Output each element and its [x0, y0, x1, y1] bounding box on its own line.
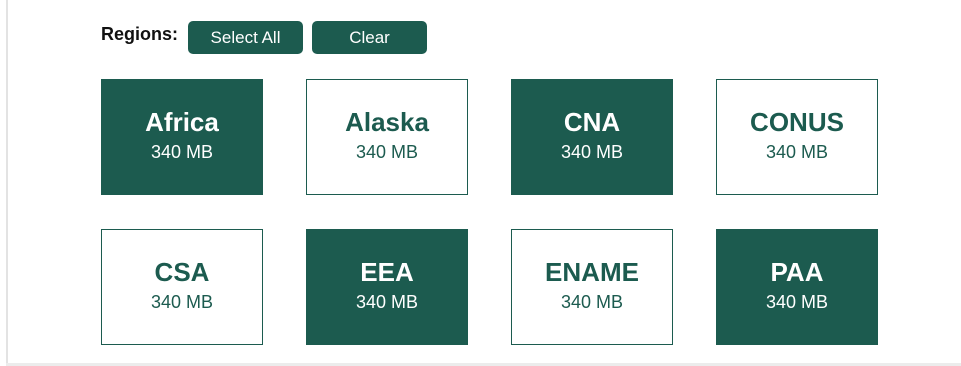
region-size: 340 MB	[765, 292, 829, 312]
region-size: 340 MB	[355, 142, 419, 162]
region-name: CONUS	[750, 107, 844, 137]
region-tile-africa[interactable]: Africa 340 MB	[101, 79, 263, 195]
region-name: ENAME	[545, 257, 639, 287]
region-name: Africa	[145, 107, 219, 137]
region-tile-paa[interactable]: PAA 340 MB	[716, 229, 878, 345]
select-all-button[interactable]: Select All	[188, 21, 304, 54]
region-tile-alaska[interactable]: Alaska 340 MB	[306, 79, 468, 195]
region-size: 340 MB	[150, 292, 214, 312]
region-tile-eea[interactable]: EEA 340 MB	[306, 229, 468, 345]
region-size: 340 MB	[150, 142, 214, 162]
region-name: PAA	[770, 257, 824, 287]
region-name: EEA	[360, 257, 414, 287]
region-size: 340 MB	[560, 292, 624, 312]
region-size: 340 MB	[560, 142, 624, 162]
region-tile-cna[interactable]: CNA 340 MB	[511, 79, 673, 195]
region-size: 340 MB	[765, 142, 829, 162]
region-name: Alaska	[345, 107, 429, 137]
left-divider	[6, 0, 8, 366]
region-tile-conus[interactable]: CONUS 340 MB	[716, 79, 878, 195]
region-name: CSA	[154, 257, 210, 287]
region-size: 340 MB	[355, 292, 419, 312]
region-tile-csa[interactable]: CSA 340 MB	[101, 229, 263, 345]
region-tile-ename[interactable]: ENAME 340 MB	[511, 229, 673, 345]
regions-grid: Africa 340 MB Alaska 340 MB CNA 340 MB C…	[101, 79, 878, 345]
regions-label: Regions:	[101, 24, 179, 44]
region-name: CNA	[563, 107, 621, 137]
regions-toolbar: Regions: Select All Clear	[101, 21, 428, 54]
clear-button[interactable]: Clear	[312, 21, 428, 54]
